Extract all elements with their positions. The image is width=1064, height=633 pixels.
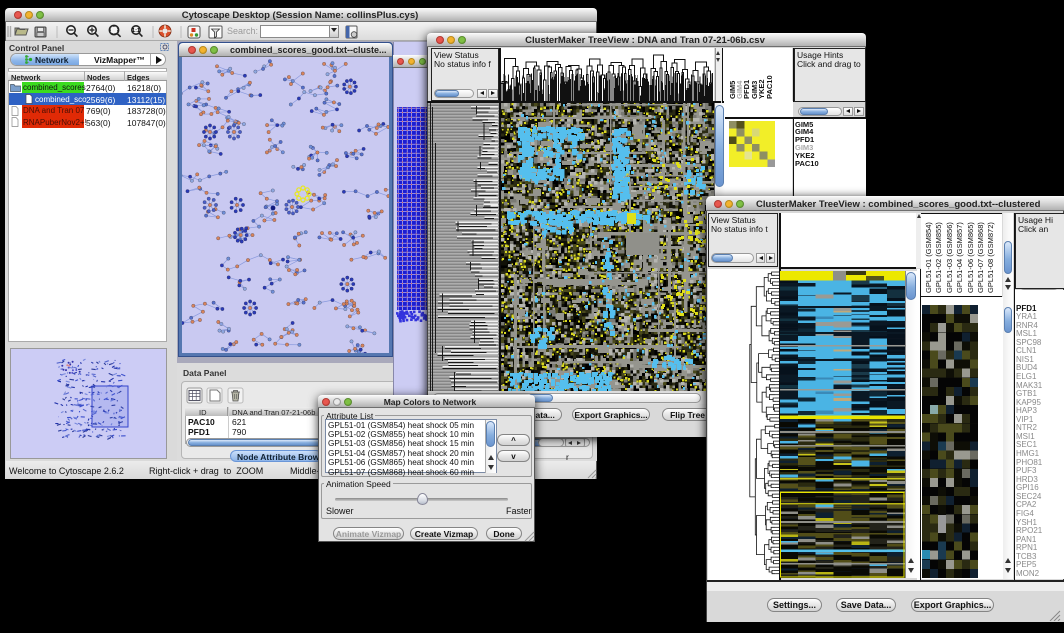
- svg-text:1:1: 1:1: [132, 28, 140, 34]
